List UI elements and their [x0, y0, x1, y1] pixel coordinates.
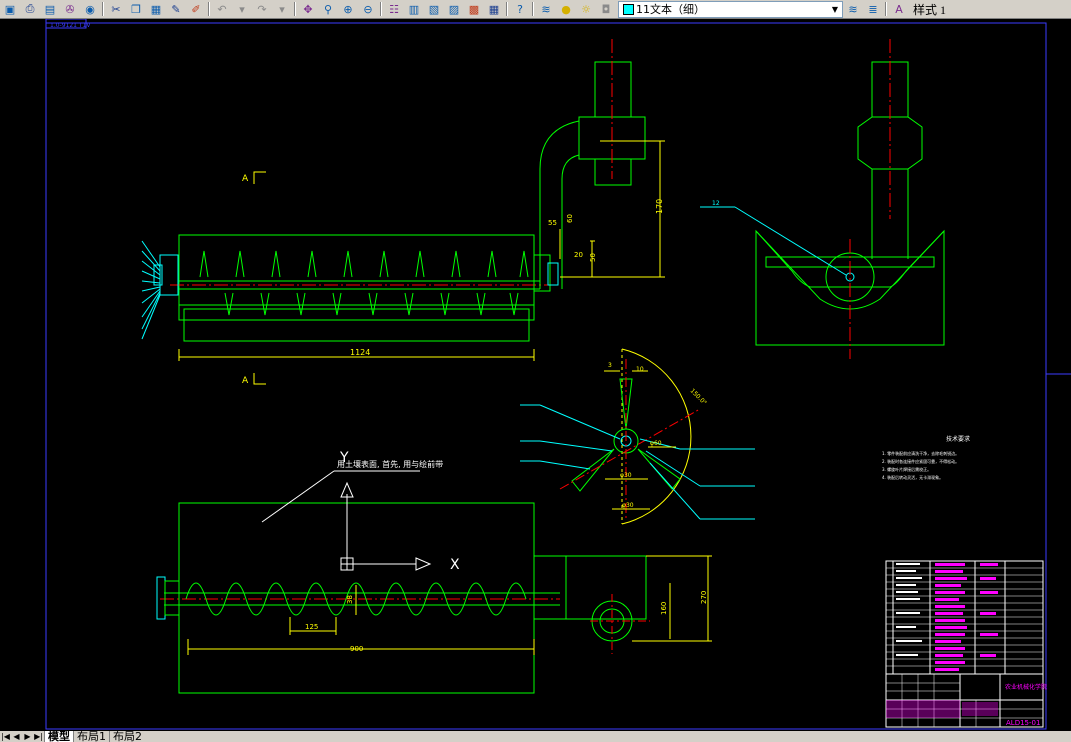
tech-req-line-1: 1. 零件装配前应清洗干净，去除毛刺锐边。 [882, 450, 959, 456]
section-dim-3: 3 [608, 362, 612, 369]
tab-model[interactable]: 模型 [44, 731, 73, 742]
calculator-icon[interactable]: ▦ [484, 1, 504, 17]
front-view: 1124 [141, 234, 560, 361]
block-editor-icon[interactable]: ✐ [186, 1, 206, 17]
section-arrow-bottom [253, 373, 266, 385]
last-tab-icon[interactable]: ▶| [33, 732, 44, 741]
undo-dropdown-icon[interactable]: ▾ [232, 1, 252, 17]
toolbar-separator [102, 2, 104, 16]
tech-req-line-3: 3. 螺旋叶片焊接后需校正。 [882, 466, 931, 472]
tech-req-title: 技术要求 [946, 435, 970, 443]
print-preview-icon[interactable]: ▤ [40, 1, 60, 17]
section-arrow-top [253, 171, 266, 184]
ucs-y-label: Y [339, 450, 349, 466]
toolbar-separator [532, 2, 534, 16]
length-900-dim: 900 [350, 645, 363, 653]
section-dim-phi30-a: φ30 [620, 472, 632, 479]
text-style-icon[interactable]: A [889, 1, 909, 17]
pan-icon[interactable]: ✥ [298, 1, 318, 17]
sheet-border [45, 22, 1047, 730]
match-properties-icon[interactable]: ✎ [166, 1, 186, 17]
tab-layout2[interactable]: 布局2 [109, 731, 145, 742]
standard-toolbar: ▣ ⎙ ▤ ✇ ◉ ✂ ❐ ▦ ✎ ✐ ↶ ▾ ↷ ▾ ✥ ⚲ ⊕ ⊖ ☷ ▥ … [0, 0, 1071, 19]
publish-icon[interactable]: ✇ [60, 1, 80, 17]
layer-lock-icon[interactable]: ◘ [596, 1, 616, 17]
discharge-pipe [539, 39, 665, 289]
pitch-dim: 125 [305, 623, 318, 631]
tech-req-line-2: 2. 装配时各连接件应紧固可靠，不得松动。 [882, 458, 959, 464]
view-label-a-bottom: A [242, 376, 249, 386]
design-center-icon[interactable]: ▥ [404, 1, 424, 17]
title-block-label: 农业机械化学院 [1005, 683, 1047, 691]
drawing-canvas[interactable]: 1.0-9121 T1V 1124 A A 170 20 50 55 60 12… [0, 19, 1071, 731]
section-dim-10: 10 [636, 366, 644, 373]
side-view [700, 39, 945, 359]
sheet-set-icon[interactable]: ▨ [444, 1, 464, 17]
make-current-layer-icon[interactable]: ≋ [843, 1, 863, 17]
toolbar-separator [208, 2, 210, 16]
first-tab-icon[interactable]: |◀ [0, 732, 11, 741]
section-dim-angle: 150.0° [689, 387, 708, 406]
parts-list [885, 560, 1044, 675]
layer-color-swatch [623, 3, 634, 15]
height-dim: 170 [655, 199, 664, 214]
web-icon[interactable]: ◉ [80, 1, 100, 17]
tool-palettes-icon[interactable]: ▧ [424, 1, 444, 17]
dim-50: 50 [589, 253, 597, 262]
paste-icon[interactable]: ▦ [146, 1, 166, 17]
layout-tab-bar: |◀ ◀ ▶ ▶| 模型 布局1 布局2 [0, 731, 1071, 742]
drawing-number: ALD15-01 [1006, 719, 1040, 727]
next-tab-icon[interactable]: ▶ [22, 732, 33, 741]
note-leader-text: 用土壤表面, 首先, 用与绘前带 [337, 459, 443, 469]
dim-20: 20 [574, 251, 583, 259]
tech-req-line-4: 4. 装配后转动灵活，无卡滞现象。 [882, 474, 943, 480]
overall-length-dim: 1124 [350, 348, 370, 357]
section-view [520, 348, 755, 525]
tab-layout1[interactable]: 布局1 [73, 731, 109, 742]
undo-icon[interactable]: ↶ [212, 1, 232, 17]
header-tag: 1.0-9121 T1V [50, 22, 91, 29]
zoom-window-icon[interactable]: ⊕ [338, 1, 358, 17]
dim-160: 160 [660, 602, 668, 615]
redo-icon[interactable]: ↷ [252, 1, 272, 17]
layer-previous-icon[interactable]: ≣ [863, 1, 883, 17]
markup-icon[interactable]: ▩ [464, 1, 484, 17]
zoom-realtime-icon[interactable]: ⚲ [318, 1, 338, 17]
toolbar-separator [380, 2, 382, 16]
dim-60: 60 [566, 214, 574, 223]
toolbar-separator [506, 2, 508, 16]
redo-dropdown-icon[interactable]: ▾ [272, 1, 292, 17]
zoom-previous-icon[interactable]: ⊖ [358, 1, 378, 17]
view-label-a-top: A [242, 174, 249, 184]
save-icon[interactable]: ▣ [0, 1, 20, 17]
layer-freeze-icon[interactable]: ☼ [576, 1, 596, 17]
chevron-down-icon[interactable]: ▼ [828, 5, 842, 14]
properties-icon[interactable]: ☷ [384, 1, 404, 17]
toolbar-separator [294, 2, 296, 16]
layer-manager-icon[interactable]: ≋ [536, 1, 556, 17]
text-style-name[interactable]: 样式 1 [913, 1, 946, 18]
cut-icon[interactable]: ✂ [106, 1, 126, 17]
help-icon[interactable]: ? [510, 1, 530, 17]
print-icon[interactable]: ⎙ [20, 1, 40, 17]
dim-55: 55 [548, 219, 557, 227]
layer-on-icon[interactable]: ● [556, 1, 576, 17]
ucs-x-label: X [450, 557, 460, 573]
section-dim-phi60: φ60 [650, 440, 662, 447]
layer-dropdown[interactable]: 11文本（细） ▼ [618, 0, 843, 18]
dim-38: 38 [346, 595, 354, 604]
height-270-dim: 270 [700, 591, 708, 604]
layer-name: 11文本（细） [636, 3, 705, 16]
toolbar-separator [885, 2, 887, 16]
copy-icon[interactable]: ❐ [126, 1, 146, 17]
section-dim-phi30-b: φ30 [622, 502, 634, 509]
prev-tab-icon[interactable]: ◀ [11, 732, 22, 741]
side-view-balloon: 12 [712, 200, 720, 207]
